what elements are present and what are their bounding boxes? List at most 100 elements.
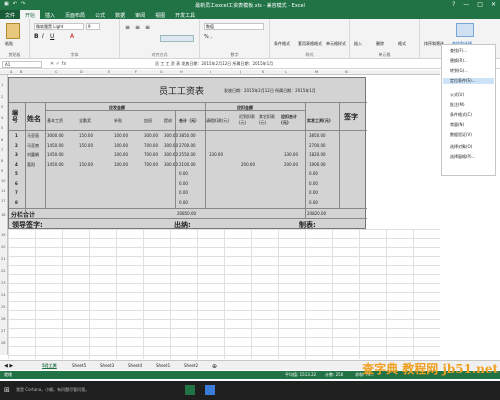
- font-name-select[interactable]: 微软雅黑 Light: [34, 23, 84, 30]
- table-cell[interactable]: 150.00: [79, 133, 93, 138]
- cortana-search[interactable]: 我是 Cortana，小娜。有问题尽管问我。: [16, 387, 156, 393]
- table-cell[interactable]: 200.00: [241, 162, 255, 167]
- menu-item-conditional-format[interactable]: 条件格式(C): [450, 112, 472, 118]
- tab-home[interactable]: 开始: [20, 10, 41, 19]
- table-cell[interactable]: 3850.00: [179, 133, 196, 138]
- menu-item-constants[interactable]: 常量(N): [450, 122, 464, 128]
- table-cell[interactable]: 100.00: [114, 133, 128, 138]
- menu-item-data-validation[interactable]: 数据验证(V): [450, 132, 472, 138]
- col-header[interactable]: D: [80, 70, 83, 74]
- align-left-icon[interactable]: ≡: [125, 24, 130, 31]
- tab-data[interactable]: 数据: [110, 10, 130, 19]
- col-header[interactable]: H: [180, 70, 183, 74]
- table-cell[interactable]: 1450.00: [47, 152, 64, 157]
- table-cell[interactable]: 700.00: [144, 162, 158, 167]
- col-header[interactable]: L: [285, 70, 287, 74]
- menu-item-goto-special[interactable]: 定位条件(S)...: [443, 78, 494, 84]
- find-select-icon[interactable]: [456, 23, 474, 37]
- sheet-tab[interactable]: Sheet4: [128, 363, 142, 368]
- sheet-tab[interactable]: Sheet3: [100, 363, 114, 368]
- table-cell[interactable]: 330.00: [209, 152, 223, 157]
- fx-icon[interactable]: ✕ ✓ fx: [50, 61, 66, 67]
- table-cell[interactable]: 0.00: [309, 171, 318, 176]
- insert-button[interactable]: 插入: [354, 41, 362, 47]
- table-cell[interactable]: 0.00: [179, 190, 188, 195]
- merge-center-button[interactable]: [160, 35, 194, 42]
- col-header[interactable]: B: [20, 70, 22, 74]
- tab-formulas[interactable]: 公式: [90, 10, 110, 19]
- menu-item-comments[interactable]: 批注(M): [450, 102, 465, 108]
- menu-item-formulas[interactable]: 公式(U): [450, 92, 464, 98]
- app-taskbar-icon[interactable]: [205, 385, 215, 395]
- sheet-tab[interactable]: 5月工资: [42, 363, 57, 369]
- tab-scroll-icon[interactable]: ◀ ▶: [4, 363, 13, 369]
- table-cell[interactable]: 3000.00: [47, 133, 64, 138]
- table-cell[interactable]: 700.00: [144, 152, 158, 157]
- align-center-icon[interactable]: ≡: [135, 24, 140, 31]
- tab-view[interactable]: 视图: [150, 10, 170, 19]
- col-header[interactable]: I: [210, 70, 211, 74]
- font-size-select[interactable]: 9: [86, 23, 100, 30]
- delete-button[interactable]: 删除: [376, 41, 384, 47]
- percent-icon[interactable]: % ,: [204, 34, 212, 40]
- font-color-icon[interactable]: A: [70, 33, 74, 40]
- table-cell[interactable]: 0.00: [309, 181, 318, 186]
- col-header[interactable]: C: [55, 70, 57, 74]
- table-cell[interactable]: 700.00: [144, 143, 158, 148]
- bold-icon[interactable]: B: [34, 33, 39, 40]
- col-header[interactable]: N: [345, 70, 348, 74]
- table-cell[interactable]: 100.00: [114, 162, 128, 167]
- maximize-button[interactable]: □: [477, 1, 483, 8]
- table-cell[interactable]: 150.00: [79, 143, 93, 148]
- table-cell[interactable]: 0.00: [309, 190, 318, 195]
- format-button[interactable]: 格式: [398, 41, 406, 47]
- excel-taskbar-icon[interactable]: [185, 385, 195, 395]
- conditional-format-button[interactable]: 条件格式: [274, 41, 290, 47]
- align-right-icon[interactable]: ≡: [145, 24, 150, 31]
- tab-insert[interactable]: 插入: [40, 10, 60, 19]
- table-cell[interactable]: 2550.00: [179, 152, 196, 157]
- minimize-button[interactable]: —: [463, 1, 469, 8]
- name-box[interactable]: A1: [2, 61, 42, 68]
- paste-icon[interactable]: [6, 23, 20, 39]
- table-cell[interactable]: 2700.00: [309, 143, 326, 148]
- tab-developer[interactable]: 开发工具: [170, 10, 200, 19]
- italic-icon[interactable]: I: [42, 33, 44, 40]
- col-header[interactable]: M: [315, 70, 318, 74]
- close-button[interactable]: ✕: [491, 1, 496, 8]
- table-cell[interactable]: 1450.00: [47, 162, 64, 167]
- table-cell[interactable]: 300.00: [144, 133, 158, 138]
- windows-start-icon[interactable]: ⊞: [4, 386, 10, 394]
- table-cell[interactable]: 330.00: [284, 152, 298, 157]
- cell-styles-button[interactable]: 单元格样式: [326, 41, 346, 47]
- menu-item-selection-pane[interactable]: 选择窗格(P)...: [450, 154, 475, 160]
- number-format-select[interactable]: 数值: [204, 23, 264, 30]
- help-button[interactable]: ?: [452, 1, 455, 8]
- table-cell[interactable]: 2100.00: [179, 162, 196, 167]
- table-cell[interactable]: 1450.00: [47, 143, 64, 148]
- col-header[interactable]: J: [240, 70, 241, 74]
- formula-input[interactable]: 员 工 工 资 表 发放日期：2015年2月12日 所属日期：2015年1月: [155, 61, 273, 67]
- sheet-tab[interactable]: Sheet2: [184, 363, 198, 368]
- table-cell[interactable]: 150.00: [79, 162, 93, 167]
- menu-item-find[interactable]: 查找(F)...: [450, 48, 467, 54]
- table-cell[interactable]: 3850.00: [309, 133, 326, 138]
- tab-review[interactable]: 审阅: [130, 10, 150, 19]
- table-cell[interactable]: 2700.00: [179, 143, 196, 148]
- format-as-table-button[interactable]: 套用表格格式: [298, 41, 322, 47]
- add-sheet-icon[interactable]: ⊕: [212, 363, 217, 370]
- menu-item-goto[interactable]: 转到(G)...: [450, 68, 468, 74]
- paste-button[interactable]: 粘贴: [5, 41, 13, 47]
- col-header[interactable]: F: [135, 70, 137, 74]
- sheet-tab[interactable]: Sheet1: [156, 363, 170, 368]
- col-header[interactable]: A: [10, 70, 12, 74]
- menu-item-select-objects[interactable]: 选择对象(O): [450, 144, 472, 150]
- table-cell[interactable]: 0.00: [179, 200, 188, 205]
- table-cell[interactable]: 0.00: [179, 181, 188, 186]
- col-header[interactable]: G: [160, 70, 163, 74]
- col-header[interactable]: E: [108, 70, 110, 74]
- menu-item-replace[interactable]: 替换(R)...: [450, 58, 468, 64]
- underline-icon[interactable]: U: [50, 33, 54, 40]
- table-cell[interactable]: 0.00: [179, 171, 188, 176]
- table-cell[interactable]: 200.00: [284, 162, 298, 167]
